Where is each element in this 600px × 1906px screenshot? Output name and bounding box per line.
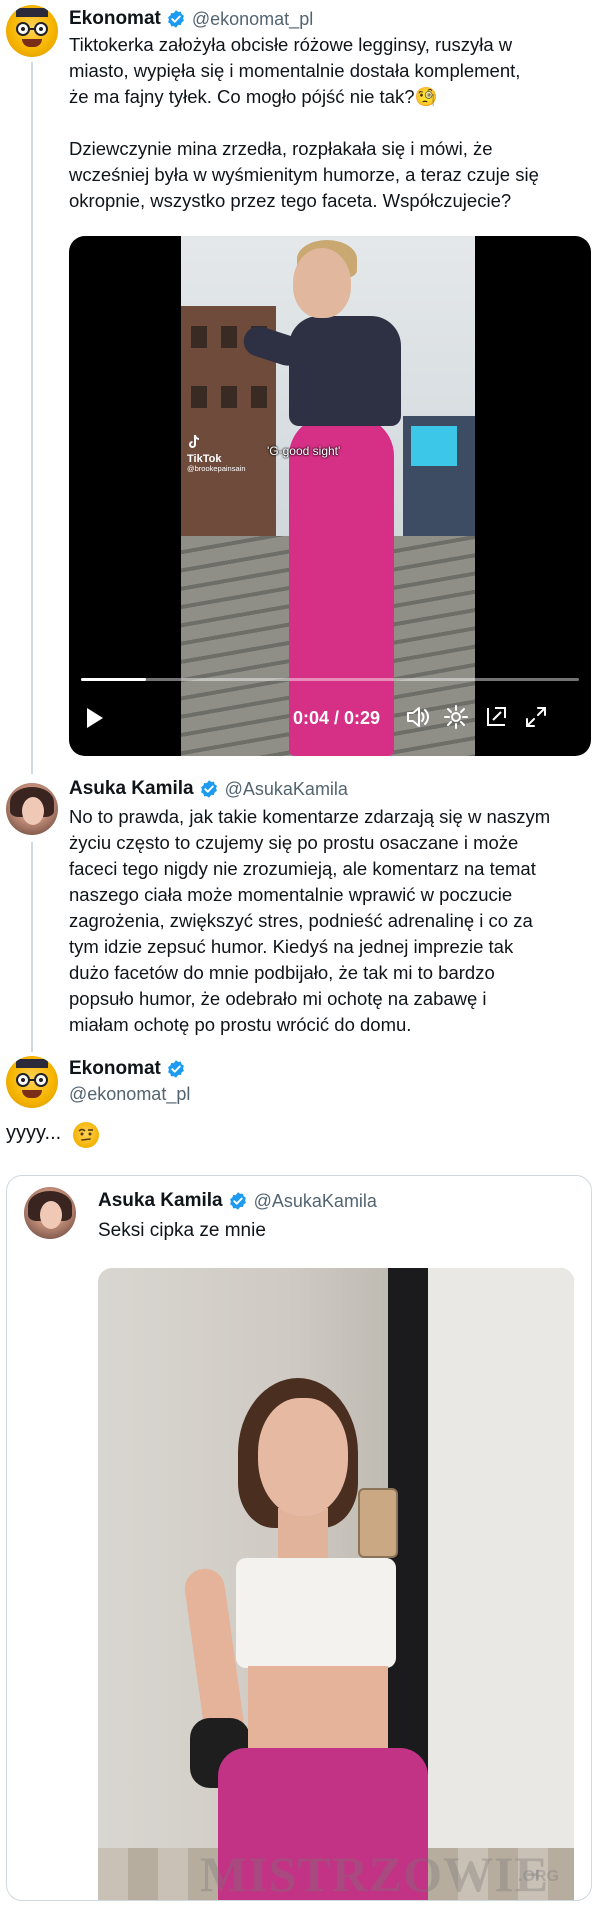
verified-badge-icon (167, 10, 184, 28)
watermark-suffix: .ORG (518, 1868, 559, 1885)
display-name[interactable]: Ekonomat (69, 1058, 161, 1080)
handle[interactable]: @AsukaKamila (225, 779, 348, 800)
tiktok-logo: TikTok (187, 434, 221, 465)
handle[interactable]: @ekonomat_pl (69, 1084, 190, 1105)
verified-badge-icon (167, 1060, 184, 1078)
quoted-tweet-card[interactable]: Asuka Kamila @AsukaKamila Seksi cipka ze… (6, 1175, 592, 1901)
verified-badge-icon (200, 780, 217, 798)
glasses-icon (16, 1073, 48, 1087)
mouth-icon (22, 39, 42, 47)
video-caption: 'G-good sight' (267, 444, 341, 458)
quoted-tweet-text: Seksi cipka ze mnie (98, 1220, 266, 1241)
video-player[interactable]: TikTok @brookepainsain 'G-good sight' 0:… (69, 236, 591, 756)
glasses-icon (16, 22, 48, 36)
tweet-text: No to prawda, jak takie komentarze zdarz… (69, 806, 551, 1035)
watermark: MISTRZOWIE (200, 1846, 549, 1902)
avatar[interactable] (6, 5, 58, 57)
display-name[interactable]: Asuka Kamila (69, 778, 194, 800)
raised-eyebrow-emoji-icon (73, 1122, 99, 1148)
tweet-header-handle: @ekonomat_pl (69, 1084, 190, 1105)
avatar[interactable] (6, 783, 58, 835)
thread-line (31, 62, 33, 774)
display-name: Asuka Kamila (98, 1190, 223, 1211)
time-readout: 0:04 / 0:29 (293, 708, 381, 728)
tweet-ekonomat[interactable]: Ekonomat @ekonomat_pl Tiktokerka założył… (0, 0, 600, 774)
tweet-text: Tiktokerka założyła obcisłe różowe leggi… (69, 34, 539, 211)
tiktok-username: @brookepainsain (187, 464, 246, 473)
video-progress-track[interactable] (81, 678, 579, 681)
video-controls: 0:04 / 0:29 (69, 694, 591, 754)
handle[interactable]: @ekonomat_pl (192, 9, 313, 30)
tweet-header-name: Ekonomat (69, 1058, 192, 1080)
hat-icon (16, 8, 48, 17)
video-progress-fill (81, 678, 146, 681)
volume-icon[interactable] (405, 704, 431, 730)
play-icon[interactable] (85, 706, 105, 730)
avatar (24, 1187, 76, 1239)
handle: @AsukaKamila (253, 1190, 377, 1211)
tweet-text: yyyy... (6, 1122, 62, 1144)
tweet-header: Ekonomat @ekonomat_pl (69, 8, 313, 30)
verified-badge-icon (229, 1192, 246, 1210)
quoted-tweet-header: Asuka Kamila @AsukaKamila (98, 1190, 377, 1212)
minimize-icon[interactable] (483, 704, 509, 730)
tiktok-icon (189, 434, 200, 448)
display-name[interactable]: Ekonomat (69, 8, 161, 30)
fullscreen-icon[interactable] (523, 704, 549, 730)
tweet-header: Asuka Kamila @AsukaKamila (69, 778, 348, 800)
thread-line (31, 842, 33, 1052)
hat-icon (16, 1059, 48, 1068)
mouth-icon (22, 1090, 42, 1098)
avatar[interactable] (6, 1056, 58, 1108)
settings-gear-icon[interactable] (443, 704, 469, 730)
quoted-photo[interactable] (98, 1268, 574, 1900)
